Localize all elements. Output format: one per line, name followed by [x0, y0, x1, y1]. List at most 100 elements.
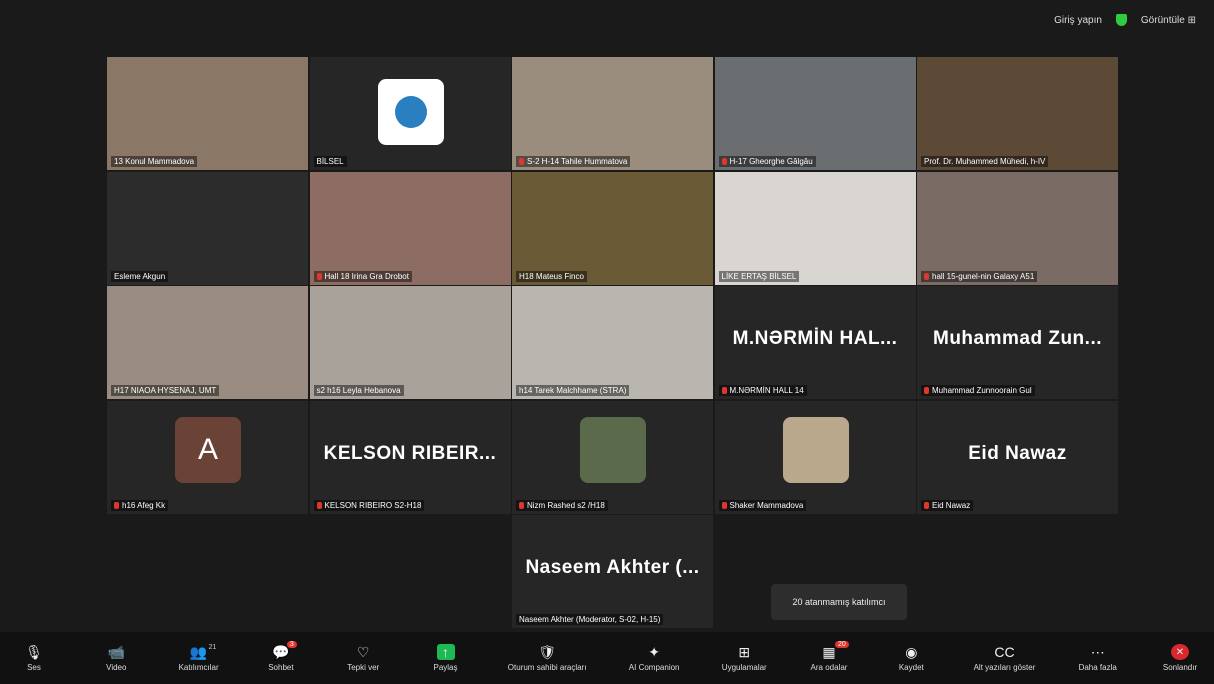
audio-button[interactable]: 🎙 Ses: [14, 644, 54, 673]
participant-name-label: Naseem Akhter (Moderator, S-02, H-15): [516, 614, 664, 625]
participant-name-label: h14 Tarek Malchhame (STRA): [516, 385, 630, 396]
participant-video: [714, 57, 916, 170]
participants-label: Katılımcılar: [178, 663, 219, 672]
video-label: Video: [106, 663, 127, 672]
participant-video: [107, 57, 308, 170]
reactions-button[interactable]: ♡ Tepki ver: [343, 644, 383, 673]
captions-button[interactable]: CC Alt yazıları göster: [974, 644, 1036, 672]
login-link[interactable]: Giriş yapın: [1054, 15, 1102, 26]
ai-label: AI Companion: [628, 663, 680, 672]
participant-video: [512, 286, 713, 399]
audio-label: Ses: [27, 663, 41, 672]
participant-tile[interactable]: Muhammad Zun... Muhammad Zunnoorain Gul: [917, 286, 1118, 399]
participant-tile[interactable]: S-2 H-14 Tahile Hummatova: [512, 57, 713, 170]
participant-video: [309, 171, 511, 285]
end-label: Sonlandır: [1162, 663, 1198, 672]
captions-label: Alt yazıları göster: [973, 663, 1036, 672]
ai-button[interactable]: ✦ AI Companion: [628, 643, 680, 673]
participant-tile[interactable]: KELSON RIBEIR... KELSON RIBEIRO S2-H18: [309, 400, 511, 514]
participant-video: [512, 57, 713, 170]
muted-mic-icon: [721, 501, 727, 509]
participant-name-label: h16 Afeg Kk: [111, 499, 169, 511]
participant-video: [512, 171, 713, 285]
participant-tile[interactable]: hall 15-gunel-nin Galaxy A51: [917, 171, 1118, 285]
participant-display-name: Muhammad Zun...: [933, 328, 1102, 349]
avatar: [580, 416, 646, 483]
participant-tile[interactable]: BİLSEL: [309, 57, 511, 170]
participant-name-text: H-17 Gheorghe Gâlgâu: [729, 157, 813, 166]
participant-name-label: S-2 H-14 Tahile Hummatova: [516, 156, 631, 167]
participant-name-text: M.NƏRMİN HALL 14: [729, 386, 804, 395]
participant-name-label: Nizm Rashed s2 /H18: [516, 499, 608, 511]
reactions-label: Tepki ver: [347, 663, 380, 672]
participant-tile[interactable]: Shaker Mammadova: [714, 400, 916, 514]
video-gallery: 13 Konul Mammadova BİLSEL S-2 H-14 Tahile …: [107, 57, 1118, 628]
participant-tile[interactable]: s2 h16 Leyla Hebanova: [309, 286, 511, 399]
participant-name-text: h16 Afeg Kk: [122, 500, 166, 510]
participants-button[interactable]: 👥 21 Katılımcılar: [178, 644, 219, 673]
participant-name-label: hall 15-gunel-nin Galaxy A51: [921, 270, 1038, 282]
participant-name-text: Nizm Rashed s2 /H18: [527, 500, 605, 510]
participant-name-text: s2 h16 Leyla Hebanova: [316, 386, 401, 395]
ai-icon: ✦: [648, 643, 660, 660]
video-button[interactable]: 📹 Video: [96, 644, 136, 673]
participant-video: [107, 286, 308, 399]
view-button[interactable]: Görüntüle ⊞: [1141, 15, 1196, 26]
participant-name-text: Eid Nawaz: [932, 500, 971, 510]
more-button[interactable]: ⋯ Daha fazla: [1078, 644, 1118, 673]
participant-tile[interactable]: Esleme Akgun: [107, 171, 308, 285]
participant-tile[interactable]: LİKE ERTAŞ BİLSEL: [714, 171, 916, 285]
avatar: A: [175, 416, 241, 483]
participant-tile[interactable]: Naseem Akhter (... Naseem Akhter (Moderat…: [512, 515, 713, 628]
participant-name-label: M.NƏRMİN HALL 14: [718, 385, 807, 396]
view-label: Görüntüle: [1140, 14, 1185, 26]
participant-tile[interactable]: Nizm Rashed s2 /H18: [512, 400, 713, 514]
participant-tile[interactable]: H18 Mateus Finco: [512, 171, 713, 285]
end-button[interactable]: ✕ Sonlandır: [1160, 644, 1200, 672]
participant-name-text: H17 NIAOA HYSENAJ, UMT: [114, 386, 217, 395]
top-bar: Giriş yapın Görüntüle ⊞: [1054, 14, 1196, 26]
share-button[interactable]: ↑ Paylaş: [426, 644, 466, 672]
participant-name-label: BİLSEL: [313, 156, 347, 167]
participant-tile[interactable]: Eid Nawaz Eid Nawaz: [917, 400, 1118, 514]
participant-display-name: KELSON RIBEIR...: [323, 442, 497, 464]
participant-tile[interactable]: h14 Tarek Malchhame (STRA): [512, 286, 713, 399]
participant-name-label: Eid Nawaz: [921, 499, 974, 511]
participant-name-text: BİLSEL: [316, 157, 344, 166]
participant-name-text: h14 Tarek Malchhame (STRA): [519, 386, 627, 395]
muted-mic-icon: [316, 272, 322, 280]
shield-icon[interactable]: [1115, 14, 1127, 26]
host-label: Oturum sahibi araçları: [507, 663, 587, 672]
chat-button[interactable]: 💬 3 Sohbet: [261, 641, 301, 672]
participant-tile[interactable]: Prof. Dr. Muhammed Mühedi, h-IV: [917, 57, 1118, 170]
participant-name-label: Muhammad Zunnoorain Gul: [921, 385, 1035, 396]
share-icon: ↑: [436, 644, 455, 660]
muted-mic-icon: [924, 272, 929, 280]
chat-label: Sohbet: [268, 663, 294, 672]
record-label: Kaydet: [898, 663, 924, 672]
participant-video: [714, 171, 916, 285]
participant-name-label: H17 NIAOA HYSENAJ, UMT: [111, 385, 220, 396]
host-button[interactable]: 🛡 Oturum sahibi araçları: [507, 644, 587, 673]
participant-name-label: LİKE ERTAŞ BİLSEL: [718, 270, 800, 282]
participant-name-text: H18 Mateus Finco: [519, 271, 584, 281]
participant-name-label: 13 Konul Mammadova: [111, 156, 198, 167]
participant-tile[interactable]: Ah16 Afeg Kk: [107, 400, 308, 514]
participant-count: 21: [208, 644, 217, 651]
participant-name-text: S-2 H-14 Tahile Hummatova: [527, 157, 628, 166]
participant-video: [107, 171, 308, 285]
participant-tile[interactable]: H17 NIAOA HYSENAJ, UMT: [107, 286, 308, 399]
participant-tile[interactable]: 13 Konul Mammadova: [107, 57, 308, 170]
participant-tile[interactable]: M.NƏRMİN HAL... M.NƏRMİN HALL 14: [714, 286, 916, 399]
muted-mic-icon: [924, 501, 929, 509]
participant-tile[interactable]: H-17 Gheorghe Gâlgâu: [714, 57, 916, 170]
record-button[interactable]: ◉ Kaydet: [891, 644, 931, 673]
participant-name-text: Naseem Akhter (Moderator, S-02, H-15): [519, 615, 661, 624]
participant-name-text: Shaker Mammadova: [729, 500, 804, 510]
muted-mic-icon: [519, 501, 524, 509]
avatar: [782, 416, 849, 483]
apps-button[interactable]: ⊞ Uygulamalar: [722, 644, 767, 673]
breakout-button[interactable]: ▦ 20 Ara odalar: [809, 641, 849, 672]
unassigned-tooltip: 20 atanmamış katılımcı: [771, 584, 907, 620]
participant-tile[interactable]: Hall 18 Irina Gra Drobot: [309, 171, 511, 285]
